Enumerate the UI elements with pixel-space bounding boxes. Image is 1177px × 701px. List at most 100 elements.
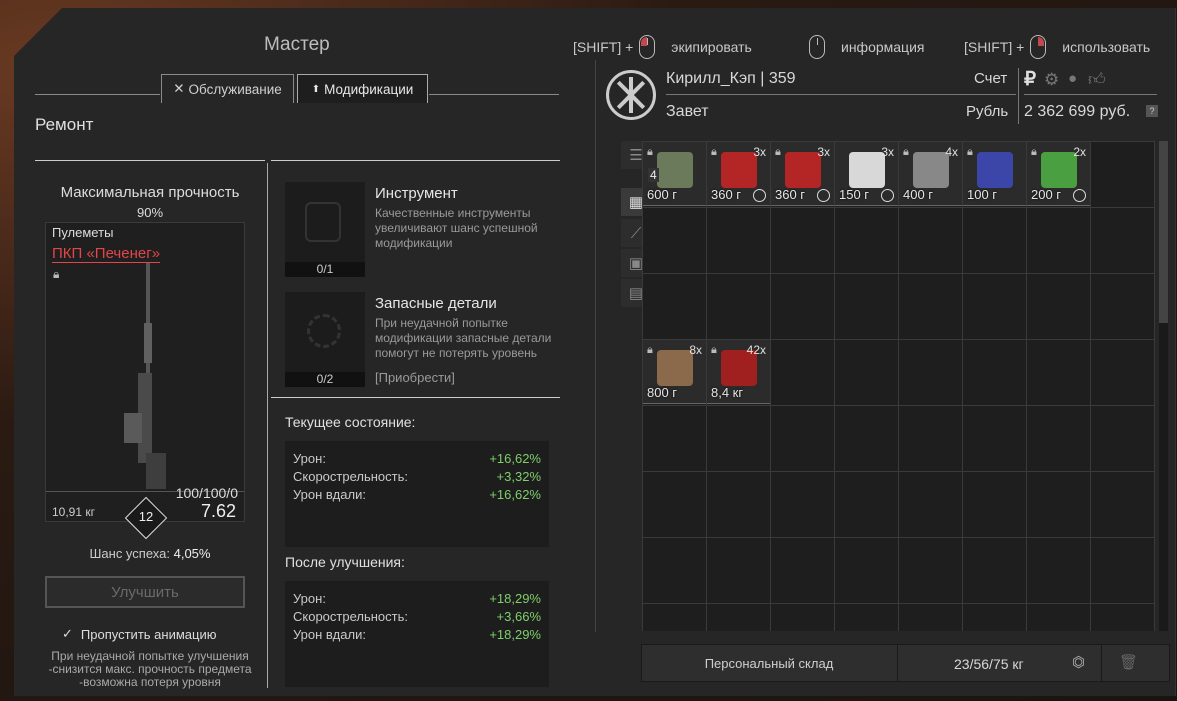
divider: [35, 160, 265, 161]
item-image: [785, 152, 821, 188]
skip-animation-label: Пропустить анимацию: [80, 626, 217, 642]
tool-slot[interactable]: 0/1: [285, 182, 365, 277]
item-image: [1041, 152, 1077, 188]
currency-label: Рубль: [966, 103, 1009, 120]
item-ammo-box[interactable]: 🔒︎ 42x 8,4 кг: [707, 340, 770, 404]
tool-title: Инструмент: [375, 185, 458, 202]
lock-icon: 🔒︎: [1031, 146, 1037, 158]
tab-label: Обслуживание: [188, 81, 282, 97]
lock-icon: 🔒︎: [53, 267, 60, 281]
mouse-left-icon: [639, 35, 656, 59]
item-count: 4x: [945, 145, 958, 159]
tab-modifications[interactable]: ⬆ Модификации: [297, 74, 428, 103]
trash-icon[interactable]: 🗑︎: [1119, 653, 1138, 671]
hint-prefix: [SHIFT] +: [964, 39, 1025, 55]
weapon-card[interactable]: Пулеметы ПКП «Печенег» 🔒︎ 10,91 кг 100/1…: [45, 222, 245, 540]
skip-animation-checkbox[interactable]: ✓ Пропустить анимацию: [62, 626, 216, 642]
hint-use: [SHIFT] + использовать: [964, 35, 1150, 59]
faction-emblem-icon: [606, 70, 656, 120]
item-count: 3x: [881, 145, 894, 159]
spare-parts-slot[interactable]: 0/2: [285, 292, 365, 387]
item-atlas-jar[interactable]: 🔒︎ 3x 360 г: [771, 142, 834, 206]
stat-row: Урон: +18,29%: [293, 590, 541, 608]
stat-label: Скорострельность:: [293, 469, 409, 484]
spare-parts-count: 0/2: [285, 372, 365, 387]
spare-parts-title: Запасные детали: [375, 295, 497, 312]
buy-link[interactable]: [Приобрести]: [375, 370, 455, 385]
item-weight: 200 г: [1031, 187, 1062, 202]
divider: [1024, 94, 1157, 95]
hint-label: информация: [841, 39, 925, 55]
item-count: 42x: [746, 343, 766, 357]
item-pills[interactable]: 3x 150 г: [835, 142, 898, 206]
stat-row: Урон: +16,62%: [293, 450, 541, 468]
item-atlas-jar[interactable]: 🔒︎ 3x 360 г: [707, 142, 770, 206]
window-title: Мастер: [264, 34, 330, 55]
current-state-heading: Текущее состояние:: [285, 414, 416, 430]
divider: [271, 397, 560, 398]
current-state-stats: Урон: +16,62% Скорострельность: +3,32% Уро…: [285, 441, 549, 547]
item-image: [913, 152, 949, 188]
weapon-name: ПКП «Печенег»: [52, 245, 161, 263]
item-medkit[interactable]: 🔒︎ 2x 200 г: [1027, 142, 1090, 206]
weapon-category: Пулеметы: [52, 225, 114, 240]
player-name: Кирилл_Кэп | 359: [666, 70, 796, 87]
max-durability-value: 90%: [136, 205, 164, 220]
gear-icon[interactable]: ⚙: [1044, 70, 1059, 90]
item-weight: 400 г: [903, 187, 934, 202]
item-weight: 100 г: [967, 187, 998, 202]
item-badge: 4: [648, 168, 659, 182]
upgrade-button[interactable]: Улучшить: [45, 576, 245, 608]
lock-icon: 🔒︎: [647, 146, 653, 158]
player-faction: Завет: [666, 103, 709, 120]
lock-icon: 🔒︎: [711, 344, 717, 356]
item-syringe[interactable]: 🔒︎ 4x 400 г: [899, 142, 962, 206]
stat-label: Урон:: [293, 451, 326, 466]
trader-window: Мастер [SHIFT] + экипировать информация …: [14, 8, 1176, 696]
lock-icon: 🔒︎: [903, 146, 909, 158]
item-count: 3x: [817, 145, 830, 159]
compass-icon[interactable]: ●: [1068, 70, 1077, 87]
stat-value: +16,62%: [489, 487, 541, 502]
hint-label: экипировать: [671, 39, 752, 55]
item-weight: 150 г: [839, 187, 870, 202]
scrollbar-thumb[interactable]: [1159, 141, 1168, 323]
ruble-icon[interactable]: ₽: [1024, 68, 1036, 91]
success-value: 4,05%: [173, 546, 211, 561]
failure-warning: При неудачной попытке улучшения -снизитс…: [35, 650, 265, 689]
stat-value: +18,29%: [489, 591, 541, 606]
item-image: [977, 152, 1013, 188]
stat-value: +3,32%: [496, 469, 541, 484]
thumbs-up-icon[interactable]: 👍︎: [1088, 69, 1106, 90]
item-crate[interactable]: 🔒︎ 8x 800 г: [643, 340, 706, 404]
tool-desc: Качественные инструменты увеличивают шан…: [375, 206, 538, 250]
stat-row: Скорострельность: +3,32%: [293, 468, 541, 486]
stat-value: +16,62%: [489, 451, 541, 466]
tool-count: 0/1: [285, 262, 365, 277]
divider: [429, 94, 559, 95]
weapon-durability: 100/100/0: [175, 485, 238, 501]
item-weight: 360 г: [775, 187, 806, 202]
tab-maintenance[interactable]: ✕ Обслуживание: [161, 74, 294, 103]
account-label: Счет: [974, 70, 1008, 87]
scrollbar[interactable]: [1159, 141, 1168, 631]
item-battery[interactable]: 🔒︎ 100 г: [963, 142, 1026, 206]
help-icon[interactable]: ?: [1146, 105, 1158, 117]
item-weight: 600 г: [647, 187, 678, 202]
stat-label: Урон:: [293, 591, 326, 606]
item-image: [721, 152, 757, 188]
weapon-weight: 10,91 кг: [52, 505, 95, 519]
checkmark-icon: ✓: [62, 626, 73, 641]
storage-capacity: 23/56/75 кг: [954, 656, 1024, 672]
item-toolkit[interactable]: 🔒︎ 4 600 г: [643, 142, 706, 206]
hint-equip: [SHIFT] + экипировать: [573, 35, 752, 59]
item-image: [657, 152, 693, 188]
wrench-icon: ✕: [173, 81, 185, 96]
shield-icon: [305, 202, 341, 242]
divider: [35, 94, 160, 95]
storage-label: Персональный склад: [641, 644, 898, 682]
inventory-grid[interactable]: 🔒︎ 4 600 г 🔒︎ 3x 360 г 🔒︎ 3x 360 г 3x 150 г 🔒︎ 4x 400…: [642, 141, 1155, 631]
after-upgrade-stats: Урон: +18,29% Скорострельность: +3,66% Уро…: [285, 581, 549, 687]
clock-icon: [753, 189, 766, 202]
success-chance: Шанс успеха: 4,05%: [35, 546, 265, 561]
